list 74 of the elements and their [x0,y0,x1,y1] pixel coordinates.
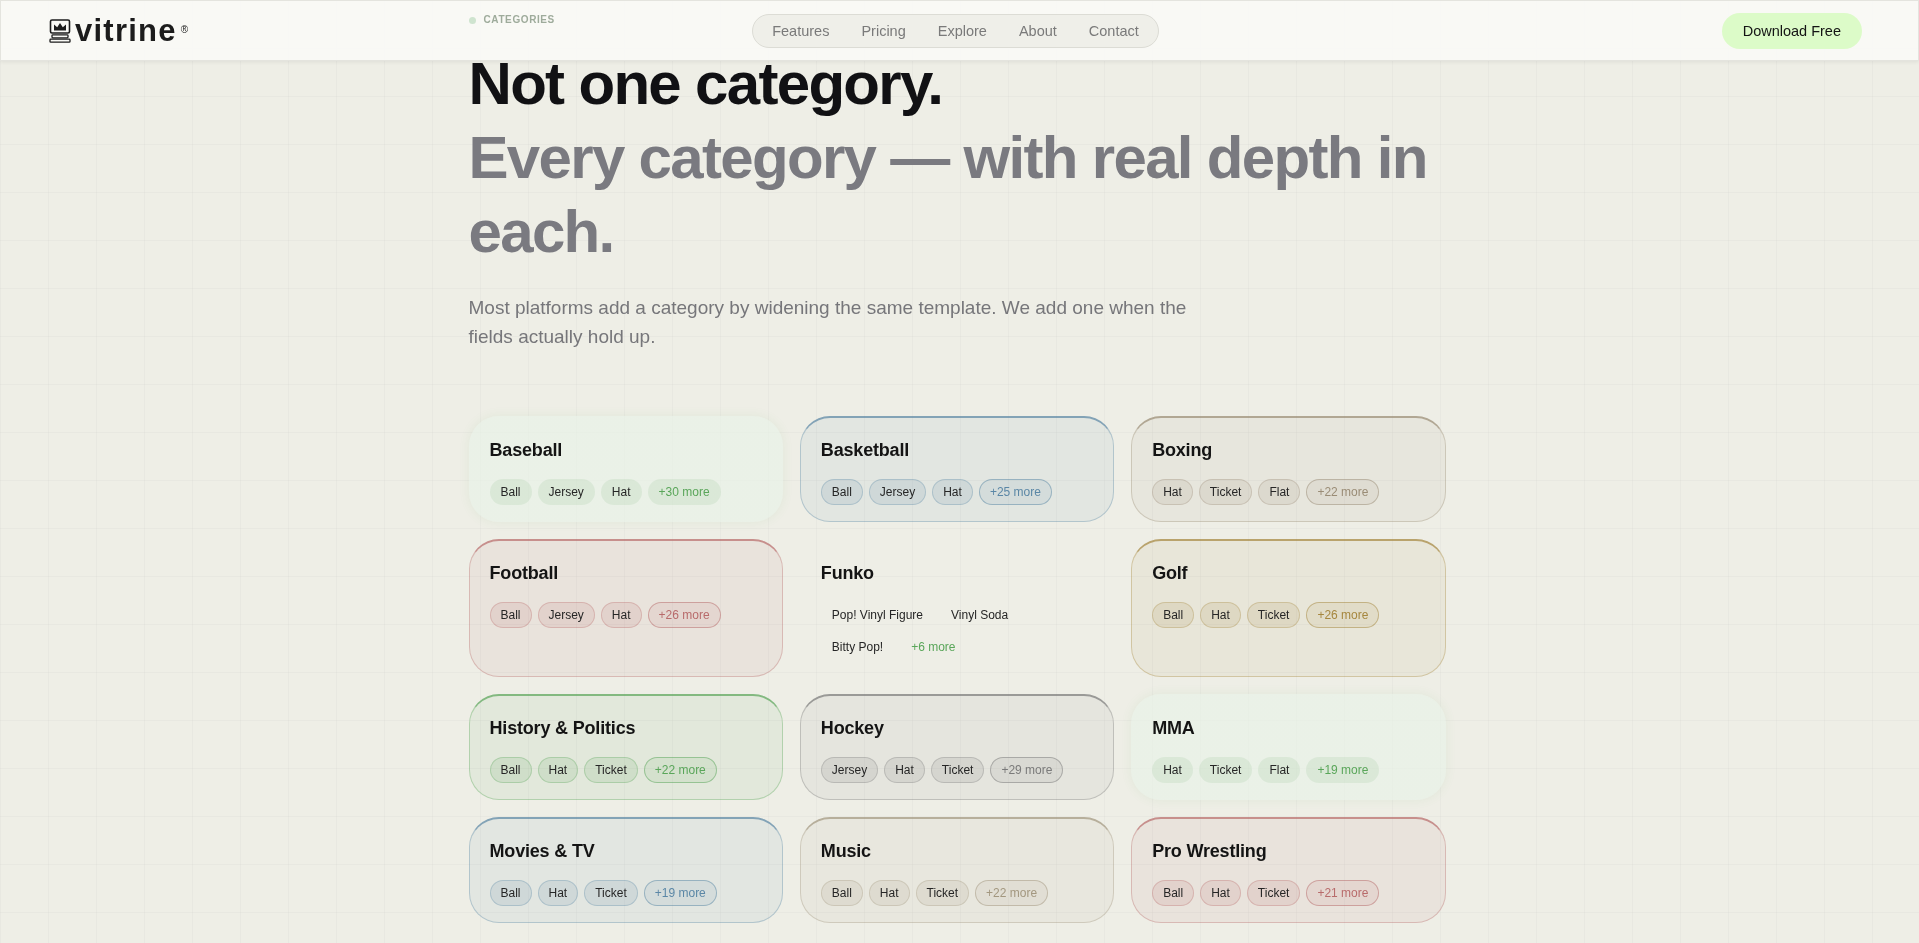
display-case-icon[interactable] [49,18,71,43]
field-tag: Hat [537,757,579,783]
nav-link[interactable]: Pricing [845,14,922,47]
section-label: CATEGORIES [483,14,555,26]
field-tag: Hat [884,757,925,783]
field-tag: Jersey [820,757,879,783]
field-tag: Ball [1152,602,1195,628]
intro-text: Most platforms add a category by widening the same template. We add one when the fields actually hold up. [468,296,1188,349]
category-title: Football [489,562,559,585]
field-tag: Flat [1258,757,1301,783]
field-tag: Bitty Pop! [820,634,895,660]
field-tag: Hat [1200,880,1241,906]
field-tag: Hat [1152,479,1193,505]
category-title: MMA [1152,717,1195,740]
field-tag: Ball [489,880,532,906]
brand-name[interactable]: vitrine [75,14,177,47]
nav-link[interactable]: About [1002,14,1073,47]
field-tag: Ticket [584,880,638,906]
more-tag[interactable]: +29 more [990,757,1064,783]
more-tag[interactable]: +19 more [643,880,717,906]
more-tag[interactable]: +22 more [1306,479,1380,505]
more-tag[interactable]: +26 more [647,602,721,628]
field-tag: Ball [820,880,863,906]
category-title: Baseball [489,439,563,462]
more-tag[interactable]: +21 more [1306,880,1380,906]
field-tag: Ball [489,602,532,628]
more-tag[interactable]: +25 more [978,479,1052,505]
category-title: Golf [1152,562,1188,585]
field-tag: Hat [868,880,910,906]
field-tag: Ball [1152,880,1195,906]
field-tag: Hat [932,479,973,505]
category-title: Basketball [820,439,910,462]
field-tag: Ticket [915,880,970,906]
field-tag: Ticket [1246,602,1301,628]
field-tag: Hat [600,602,642,628]
field-tag: Hat [600,479,642,505]
headline-tagline: Every category — with real depth in each. [468,123,1428,267]
field-tag: Vinyl Soda [940,602,1020,628]
nav-link[interactable]: Contact [1072,14,1155,47]
registered-mark: ® [180,24,189,35]
field-tag: Ball [820,479,863,505]
more-tag[interactable]: +19 more [1306,757,1380,783]
more-tag[interactable]: +6 more [900,634,967,660]
more-tag[interactable]: +22 more [975,880,1049,906]
category-title: Music [820,840,871,863]
download-button[interactable]: Download Free [1721,12,1862,49]
category-title: Boxing [1152,439,1213,462]
nav-link[interactable]: Explore [921,14,1003,47]
field-tag: Hat [537,880,579,906]
field-tag: Ticket [1198,479,1253,505]
category-title: Pro Wrestling [1152,840,1267,863]
field-tag: Ball [489,479,532,505]
field-tag: Flat [1258,479,1301,505]
nav-link[interactable]: Features [756,14,846,47]
category-title: History & Politics [489,717,636,740]
dot-icon [468,16,476,24]
category-title: Movies & TV [489,840,595,863]
field-tag: Hat [1200,602,1241,628]
headline: Not one category. [468,49,943,119]
more-tag[interactable]: +26 more [1306,602,1380,628]
field-tag: Ball [489,757,532,783]
category-title: Hockey [820,717,884,740]
field-tag: Jersey [537,479,595,505]
field-tag: Ticket [1246,880,1301,906]
field-tag: Jersey [537,602,595,628]
field-tag: Pop! Vinyl Figure [820,602,934,628]
more-tag[interactable]: +30 more [647,479,721,505]
field-tag: Hat [1152,757,1193,783]
field-tag: Jersey [868,479,927,505]
field-tag: Ticket [930,757,985,783]
more-tag[interactable]: +22 more [643,757,717,783]
category-title: Funko [820,562,874,585]
field-tag: Ticket [584,757,638,783]
field-tag: Ticket [1198,757,1253,783]
